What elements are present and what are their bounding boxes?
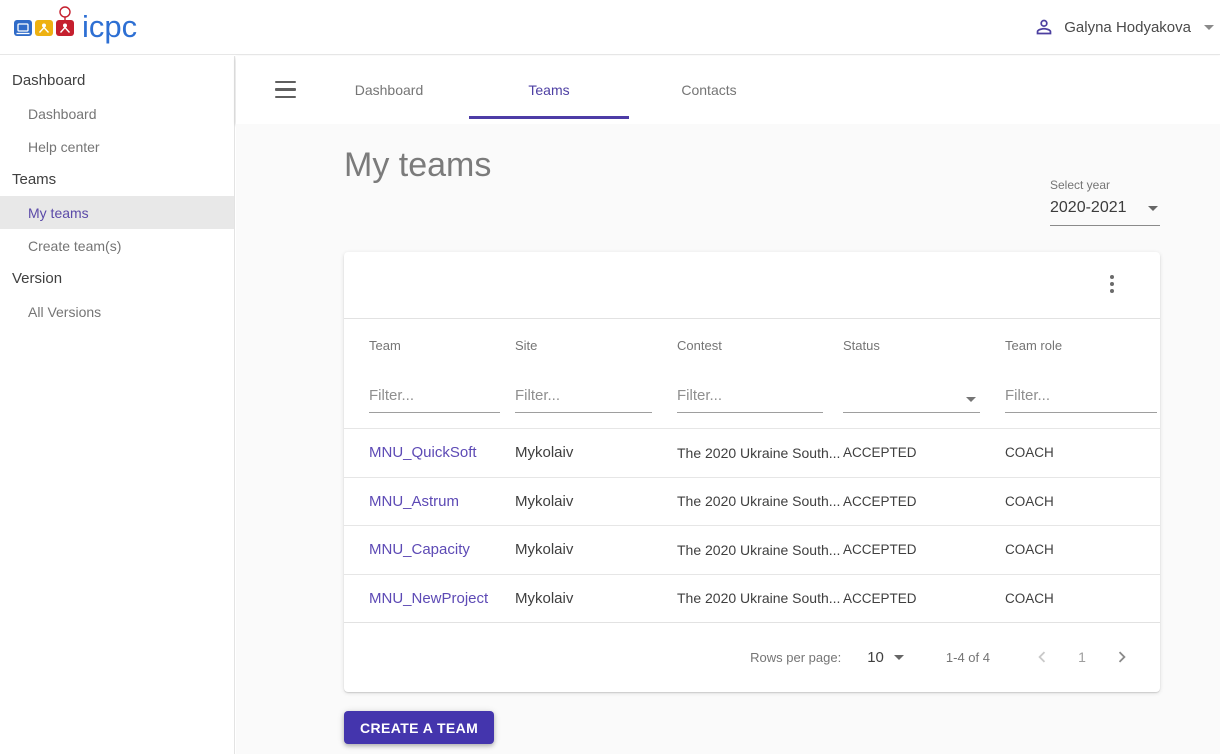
- table-row: MNU_NewProject Mykolaiv The 2020 Ukraine…: [344, 573, 1160, 623]
- table-header-row: Team Site Contest Status Team role: [344, 319, 1160, 371]
- status-filter-select[interactable]: [843, 387, 980, 413]
- sidebar-section-version: Version: [12, 270, 63, 287]
- team-link[interactable]: MNU_Astrum: [369, 493, 459, 510]
- column-header-status: Status: [843, 337, 880, 353]
- team-role-cell: COACH: [1005, 445, 1054, 461]
- contest-cell: The 2020 Ukraine South...: [677, 541, 841, 558]
- icpc-logo: icpc: [12, 4, 168, 50]
- menu-icon[interactable]: [275, 81, 296, 98]
- chevron-right-icon[interactable]: [1110, 645, 1134, 669]
- table-row: MNU_Capacity Mykolaiv The 2020 Ukraine S…: [344, 525, 1160, 574]
- team-link[interactable]: MNU_QuickSoft: [369, 444, 477, 461]
- create-team-button[interactable]: CREATE A TEAM: [344, 711, 495, 744]
- logo-wordmark: icpc: [82, 9, 137, 44]
- year-select-label: Select year: [1050, 178, 1111, 192]
- year-select[interactable]: Select year 2020-2021: [1050, 178, 1160, 226]
- year-dropdown-caret-icon: [1148, 205, 1158, 211]
- year-select-value: 2020-2021: [1050, 199, 1127, 216]
- site-cell: Mykolaiv: [515, 541, 574, 559]
- sidebar-section-dashboard: Dashboard: [12, 72, 86, 89]
- team-role-cell: COACH: [1005, 542, 1054, 558]
- team-link[interactable]: MNU_Capacity: [369, 541, 470, 558]
- icpc-teams-page: icpc Galyna Hodyakova Dashboard Dashboar…: [0, 0, 1220, 754]
- rows-per-page-caret-icon: [893, 654, 904, 660]
- column-header-site: Site: [515, 337, 538, 353]
- pagination-range: 1-4 of 4: [945, 649, 990, 665]
- site-cell: Mykolaiv: [515, 492, 574, 510]
- site-filter-input[interactable]: [515, 386, 652, 413]
- tab-teams[interactable]: Teams: [469, 56, 629, 124]
- sidebar: Dashboard Dashboard Help center Teams My…: [0, 56, 235, 754]
- column-header-team-role: Team role: [1005, 337, 1063, 353]
- contest-cell: The 2020 Ukraine South...: [677, 444, 841, 461]
- sidebar-item-my-teams[interactable]: My teams: [0, 196, 234, 229]
- teams-table: Team Site Contest Status Team role MNU_Q…: [344, 318, 1160, 623]
- tab-dashboard[interactable]: Dashboard: [309, 56, 469, 124]
- table-pagination: Rows per page: 10 1-4 of 4 1: [344, 622, 1160, 692]
- nav-bar: Dashboard Teams Contacts: [236, 56, 1220, 124]
- column-header-team: Team: [369, 337, 401, 353]
- nav-tabs: Dashboard Teams Contacts: [309, 56, 789, 124]
- table-row: MNU_Astrum Mykolaiv The 2020 Ukraine Sou…: [344, 476, 1160, 526]
- rows-per-page-value: 10: [867, 648, 884, 666]
- site-cell: Mykolaiv: [515, 589, 574, 607]
- status-cell: ACCEPTED: [843, 493, 917, 509]
- team-role-cell: COACH: [1005, 590, 1054, 606]
- team-role-cell: COACH: [1005, 493, 1054, 509]
- top-bar: icpc Galyna Hodyakova: [0, 0, 1220, 55]
- sidebar-item-help-center[interactable]: Help center: [0, 130, 234, 163]
- person-icon: [1036, 19, 1052, 35]
- team-link[interactable]: MNU_NewProject: [369, 590, 488, 607]
- user-dropdown-caret-icon: [1204, 24, 1214, 30]
- page-number[interactable]: 1: [1070, 649, 1094, 665]
- sidebar-item-all-versions[interactable]: All Versions: [0, 295, 234, 328]
- rows-per-page-label: Rows per page:: [750, 649, 842, 665]
- icpc-logo-icon: icpc: [14, 6, 137, 44]
- contest-cell: The 2020 Ukraine South...: [677, 590, 841, 607]
- rows-per-page-select[interactable]: 10: [867, 649, 904, 666]
- user-menu[interactable]: Galyna Hodyakova: [1033, 16, 1214, 38]
- tab-contacts[interactable]: Contacts: [629, 56, 789, 124]
- team-role-filter-input[interactable]: [1005, 386, 1157, 413]
- contest-filter-input[interactable]: [677, 386, 823, 413]
- status-cell: ACCEPTED: [843, 590, 917, 606]
- sidebar-item-create-teams[interactable]: Create team(s): [0, 229, 234, 262]
- sidebar-section-teams: Teams: [12, 171, 57, 188]
- chevron-left-icon[interactable]: [1030, 645, 1054, 669]
- column-header-contest: Contest: [677, 337, 722, 353]
- main-content: My teams Select year 2020-2021 Team Site…: [236, 124, 1220, 754]
- site-cell: Mykolaiv: [515, 444, 574, 462]
- kebab-menu-icon[interactable]: [1100, 270, 1124, 298]
- contest-cell: The 2020 Ukraine South...: [677, 493, 841, 510]
- table-filter-row: [344, 371, 1160, 428]
- table-row: MNU_QuickSoft Mykolaiv The 2020 Ukraine …: [344, 428, 1160, 477]
- status-cell: ACCEPTED: [843, 445, 917, 461]
- page-title: My teams: [344, 146, 492, 184]
- team-filter-input[interactable]: [369, 386, 500, 413]
- status-cell: ACCEPTED: [843, 542, 917, 558]
- sidebar-item-dashboard[interactable]: Dashboard: [0, 97, 234, 130]
- teams-table-card: Team Site Contest Status Team role MNU_Q…: [344, 252, 1160, 692]
- user-name: Galyna Hodyakova: [1064, 18, 1191, 36]
- status-filter-caret-icon: [966, 396, 976, 402]
